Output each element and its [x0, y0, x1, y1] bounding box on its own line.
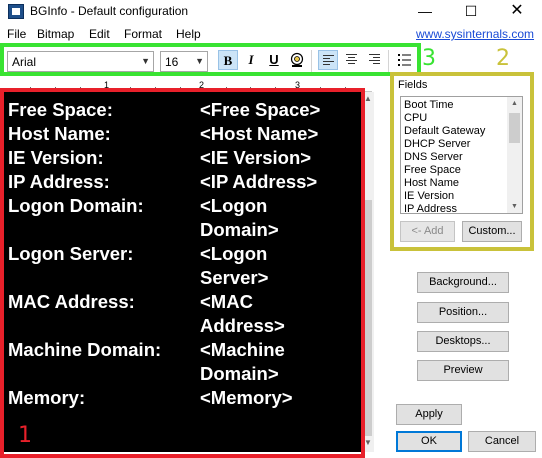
editor-scroll-thumb[interactable] — [364, 200, 372, 436]
annotation-label-red: 1 — [18, 423, 32, 448]
menu-bitmap[interactable]: Bitmap — [37, 27, 74, 41]
annotation-box-yellow — [390, 72, 534, 251]
position-button[interactable]: Position... — [417, 302, 509, 323]
minimize-button[interactable]: — — [402, 0, 448, 24]
sysinternals-link[interactable]: www.sysinternals.com — [416, 27, 534, 41]
close-button[interactable]: ✕ — [494, 0, 540, 24]
menu-file[interactable]: File — [7, 27, 26, 41]
title-bar: BGInfo - Default configuration — ☐ ✕ — [0, 0, 542, 24]
bginfo-app-icon — [8, 4, 24, 19]
ok-button[interactable]: OK — [396, 431, 462, 452]
annotation-box-green — [0, 43, 421, 76]
annotation-box-red — [0, 88, 365, 458]
background-button[interactable]: Background... — [417, 272, 509, 293]
desktops-button[interactable]: Desktops... — [417, 331, 509, 352]
cancel-button[interactable]: Cancel — [468, 431, 536, 452]
apply-button[interactable]: Apply — [396, 404, 462, 425]
maximize-button[interactable]: ☐ — [448, 0, 494, 24]
menu-help[interactable]: Help — [176, 27, 201, 41]
annotation-label-green: 3 — [422, 46, 436, 71]
annotation-label-yellow: 2 — [496, 46, 510, 71]
window-title: BGInfo - Default configuration — [30, 4, 189, 18]
menu-format[interactable]: Format — [124, 27, 162, 41]
preview-button[interactable]: Preview — [417, 360, 509, 381]
menu-edit[interactable]: Edit — [89, 27, 110, 41]
